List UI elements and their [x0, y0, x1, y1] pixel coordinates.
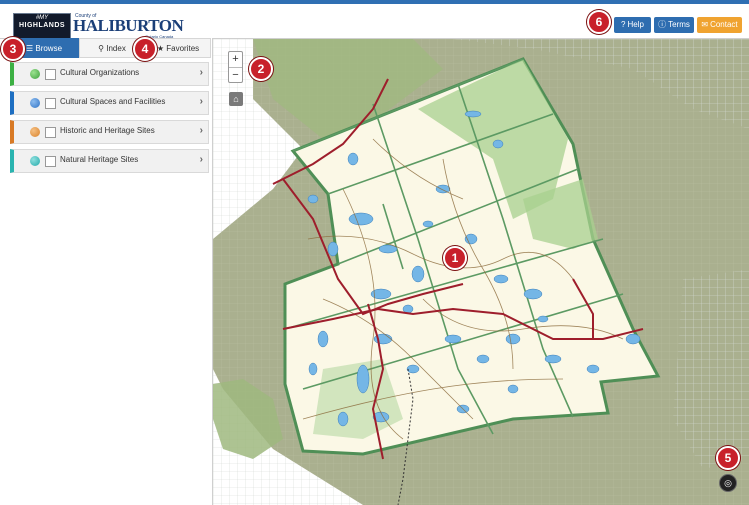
zoom-out-button[interactable]: − — [229, 67, 242, 83]
category-cultural-spaces[interactable]: Cultural Spaces and Facilities › — [10, 91, 209, 115]
category-natural-heritage[interactable]: Natural Heritage Sites › — [10, 149, 209, 173]
callout-2: 2 — [249, 57, 273, 81]
category-label: Historic and Heritage Sites — [60, 126, 155, 135]
category-historic-heritage[interactable]: Historic and Heritage Sites › — [10, 120, 209, 144]
locate-icon[interactable]: ◎ — [719, 474, 737, 492]
home-icon[interactable]: ⌂ — [229, 92, 243, 106]
category-checkbox[interactable] — [45, 127, 56, 138]
logo-line-2: HIGHLANDS — [18, 22, 66, 29]
category-checkbox[interactable] — [45, 156, 56, 167]
help-label: Help — [627, 20, 644, 29]
help-button[interactable]: ? Help — [614, 17, 651, 33]
category-cultural-organizations[interactable]: Cultural Organizations › — [10, 62, 209, 86]
chevron-right-icon[interactable]: › — [200, 125, 203, 136]
contact-label: Contact — [710, 20, 738, 29]
zoom-in-button[interactable]: + — [229, 52, 242, 67]
category-checkbox[interactable] — [45, 69, 56, 80]
header: #MY HIGHLANDS County of HALIBURTON Ontar… — [0, 4, 749, 39]
callout-6: 6 — [587, 10, 611, 34]
contact-button[interactable]: ✉ Contact — [697, 17, 742, 33]
haliburton-logo[interactable]: County of HALIBURTON Ontario Canada — [73, 13, 185, 39]
envelope-icon: ✉ — [701, 20, 709, 29]
map-canvas — [213, 39, 749, 505]
question-circle-icon: ? — [621, 20, 626, 29]
info-circle-icon: ⓘ — [658, 20, 667, 29]
callout-5: 5 — [716, 446, 740, 470]
category-ball-icon — [30, 69, 40, 79]
list-icon: ☰ — [25, 44, 36, 53]
callout-1: 1 — [443, 246, 467, 270]
chevron-right-icon[interactable]: › — [200, 154, 203, 165]
terms-label: Terms — [668, 20, 690, 29]
tab-favorites-label: Favorites — [166, 44, 200, 53]
star-icon: ★ — [156, 44, 167, 53]
tab-index-label: Index — [106, 44, 126, 53]
category-checkbox[interactable] — [45, 98, 56, 109]
zoom-control: + − — [228, 51, 243, 83]
my-highlands-logo[interactable]: #MY HIGHLANDS — [13, 13, 71, 39]
map-view[interactable] — [213, 39, 749, 505]
chevron-right-icon[interactable]: › — [200, 96, 203, 107]
sidebar: ☰ Browse ⚲ Index ★ Favorites Cultural Or… — [7, 38, 213, 505]
category-label: Cultural Organizations — [60, 68, 140, 77]
category-ball-icon — [30, 98, 40, 108]
category-ball-icon — [30, 127, 40, 137]
chevron-right-icon[interactable]: › — [200, 67, 203, 78]
category-label: Cultural Spaces and Facilities — [60, 97, 166, 106]
sidebar-tabs: ☰ Browse ⚲ Index ★ Favorites — [9, 38, 211, 58]
callout-4: 4 — [133, 37, 157, 61]
logo-line-1: #MY — [35, 15, 49, 21]
category-label: Natural Heritage Sites — [60, 155, 139, 164]
tab-browse-label: Browse — [35, 44, 63, 53]
terms-button[interactable]: ⓘ Terms — [654, 17, 694, 33]
logo-name: HALIBURTON — [73, 16, 184, 35]
callout-3: 3 — [1, 37, 25, 61]
category-ball-icon — [30, 156, 40, 166]
